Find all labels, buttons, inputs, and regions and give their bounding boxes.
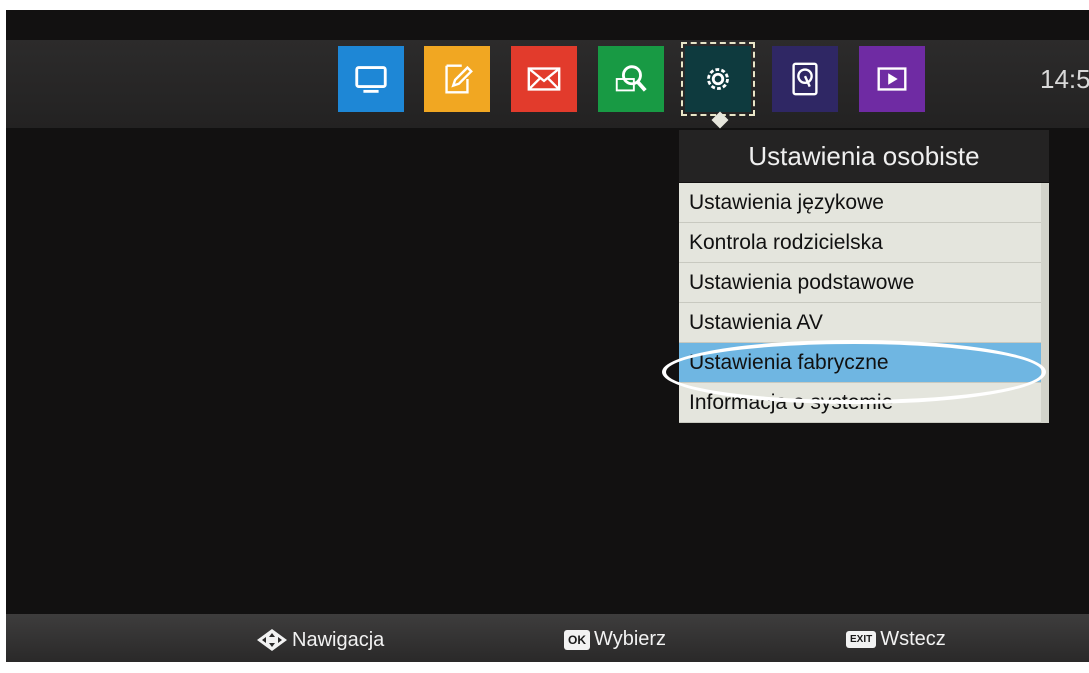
ok-label: Wybierz: [594, 628, 667, 650]
mail-icon: [527, 67, 561, 91]
menu-item-system-info[interactable]: Informacja o systemie: [679, 383, 1041, 423]
tv-screen: 14:5 Ustawienia osobiste Ustawienia języ…: [6, 10, 1089, 662]
tile-play[interactable]: [859, 46, 925, 112]
ok-key-icon: OK: [564, 629, 590, 650]
edit-icon: [445, 64, 473, 94]
menu-item-factory-settings[interactable]: Ustawienia fabryczne: [679, 343, 1041, 383]
tile-search[interactable]: [598, 46, 664, 112]
exit-label: Wstecz: [880, 628, 946, 650]
storage-icon: [792, 62, 818, 96]
tile-mail[interactable]: [511, 46, 577, 112]
tv-icon: [355, 66, 387, 93]
hint-navigation: Nawigacja: [256, 628, 384, 652]
tile-tv[interactable]: [338, 46, 404, 112]
help-bar: Nawigacja OK Wybierz EXIT Wstecz: [6, 614, 1089, 662]
menu-item-av-settings[interactable]: Ustawienia AV: [679, 303, 1041, 343]
tile-edit[interactable]: [424, 46, 490, 112]
search-icon: [615, 65, 647, 92]
menu-title: Ustawienia osobiste: [679, 130, 1049, 182]
exit-key-icon: EXIT: [846, 631, 877, 648]
tile-storage[interactable]: [772, 46, 838, 112]
tile-settings[interactable]: [681, 42, 755, 116]
clock: 14:5: [1040, 64, 1089, 94]
menu-item-basic-settings[interactable]: Ustawienia podstawowe: [679, 263, 1041, 303]
play-icon: [877, 67, 907, 91]
navigation-label: Nawigacja: [292, 628, 385, 651]
hint-exit: EXIT Wstecz: [846, 628, 946, 651]
navigation-arrows-icon: [257, 629, 287, 651]
hint-ok: OK Wybierz: [564, 628, 666, 651]
settings-icon: [707, 68, 729, 90]
settings-menu: Ustawienia językowe Kontrola rodzicielsk…: [679, 183, 1049, 423]
menu-item-parental-control[interactable]: Kontrola rodzicielska: [679, 223, 1041, 263]
menu-item-language[interactable]: Ustawienia językowe: [679, 183, 1041, 223]
